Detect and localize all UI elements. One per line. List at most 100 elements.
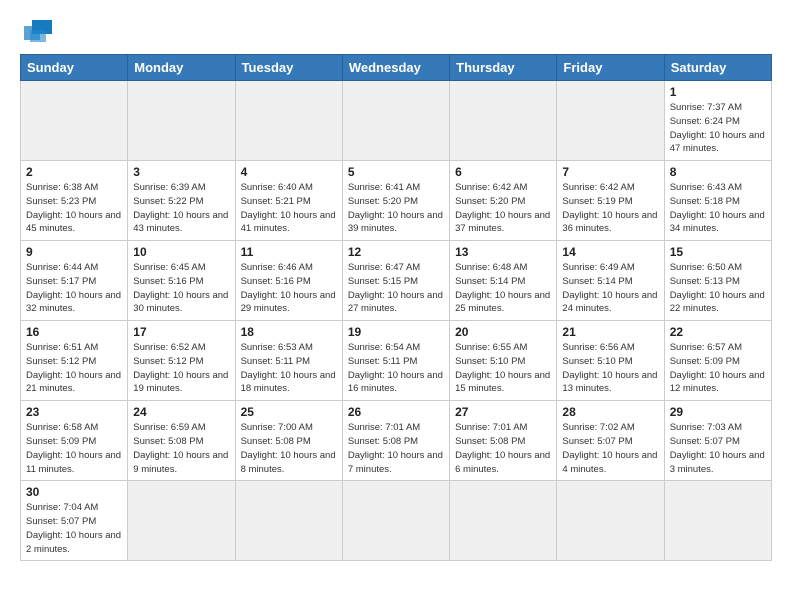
day-number: 9 xyxy=(26,245,122,259)
calendar-cell xyxy=(342,81,449,161)
calendar-cell: 29 Sunrise: 7:03 AM Sunset: 5:07 PM Dayli… xyxy=(664,401,771,481)
calendar-cell: 22Sunrise: 6:57 AM Sunset: 5:09 PM Dayli… xyxy=(664,321,771,401)
day-number: 19 xyxy=(348,325,444,339)
weekday-header-thursday: Thursday xyxy=(450,55,557,81)
day-info: Sunrise: 6:46 AM Sunset: 5:16 PM Dayligh… xyxy=(241,261,337,316)
day-number: 21 xyxy=(562,325,658,339)
calendar-cell xyxy=(128,481,235,561)
calendar-cell: 7Sunrise: 6:42 AM Sunset: 5:19 PM Daylig… xyxy=(557,161,664,241)
day-info: Sunrise: 6:58 AM Sunset: 5:09 PM Dayligh… xyxy=(26,421,122,476)
day-number: 7 xyxy=(562,165,658,179)
page: SundayMondayTuesdayWednesdayThursdayFrid… xyxy=(0,0,792,612)
calendar-cell xyxy=(557,81,664,161)
day-number: 26 xyxy=(348,405,444,419)
day-info: Sunrise: 6:56 AM Sunset: 5:10 PM Dayligh… xyxy=(562,341,658,396)
calendar-cell: 16Sunrise: 6:51 AM Sunset: 5:12 PM Dayli… xyxy=(21,321,128,401)
calendar-cell: 17Sunrise: 6:52 AM Sunset: 5:12 PM Dayli… xyxy=(128,321,235,401)
calendar-week-row: 2Sunrise: 6:38 AM Sunset: 5:23 PM Daylig… xyxy=(21,161,772,241)
calendar-cell: 15 Sunrise: 6:50 AM Sunset: 5:13 PM Dayli… xyxy=(664,241,771,321)
day-info: Sunrise: 7:00 AM Sunset: 5:08 PM Dayligh… xyxy=(241,421,337,476)
calendar-cell xyxy=(342,481,449,561)
day-info: Sunrise: 7:37 AM Sunset: 6:24 PM Dayligh… xyxy=(670,101,766,156)
weekday-header-monday: Monday xyxy=(128,55,235,81)
day-number: 20 xyxy=(455,325,551,339)
day-info: Sunrise: 6:49 AM Sunset: 5:14 PM Dayligh… xyxy=(562,261,658,316)
calendar-cell: 27 Sunrise: 7:01 AM Sunset: 5:08 PM Dayli… xyxy=(450,401,557,481)
calendar-cell xyxy=(557,481,664,561)
day-number: 25 xyxy=(241,405,337,419)
day-info: Sunrise: 6:38 AM Sunset: 5:23 PM Dayligh… xyxy=(26,181,122,236)
day-info: Sunrise: 6:44 AM Sunset: 5:17 PM Dayligh… xyxy=(26,261,122,316)
calendar-cell xyxy=(21,81,128,161)
calendar-week-row: 30 Sunrise: 7:04 AM Sunset: 5:07 PM Dayli… xyxy=(21,481,772,561)
calendar-cell: 19 Sunrise: 6:54 AM Sunset: 5:11 PM Dayli… xyxy=(342,321,449,401)
day-info: Sunrise: 6:55 AM Sunset: 5:10 PM Dayligh… xyxy=(455,341,551,396)
calendar-cell: 2Sunrise: 6:38 AM Sunset: 5:23 PM Daylig… xyxy=(21,161,128,241)
day-number: 16 xyxy=(26,325,122,339)
calendar-week-row: 16Sunrise: 6:51 AM Sunset: 5:12 PM Dayli… xyxy=(21,321,772,401)
day-number: 8 xyxy=(670,165,766,179)
calendar-week-row: 1Sunrise: 7:37 AM Sunset: 6:24 PM Daylig… xyxy=(21,81,772,161)
day-number: 28 xyxy=(562,405,658,419)
day-info: Sunrise: 6:54 AM Sunset: 5:11 PM Dayligh… xyxy=(348,341,444,396)
logo-icon xyxy=(24,16,56,44)
calendar-cell: 24 Sunrise: 6:59 AM Sunset: 5:08 PM Dayli… xyxy=(128,401,235,481)
calendar-cell: 6Sunrise: 6:42 AM Sunset: 5:20 PM Daylig… xyxy=(450,161,557,241)
calendar-cell: 1Sunrise: 7:37 AM Sunset: 6:24 PM Daylig… xyxy=(664,81,771,161)
logo xyxy=(20,16,56,44)
calendar-cell: 3 Sunrise: 6:39 AM Sunset: 5:22 PM Daylig… xyxy=(128,161,235,241)
calendar-cell: 9 Sunrise: 6:44 AM Sunset: 5:17 PM Daylig… xyxy=(21,241,128,321)
day-info: Sunrise: 6:52 AM Sunset: 5:12 PM Dayligh… xyxy=(133,341,229,396)
calendar-cell: 25 Sunrise: 7:00 AM Sunset: 5:08 PM Dayli… xyxy=(235,401,342,481)
day-info: Sunrise: 7:03 AM Sunset: 5:07 PM Dayligh… xyxy=(670,421,766,476)
weekday-header-tuesday: Tuesday xyxy=(235,55,342,81)
header xyxy=(20,16,772,44)
calendar-cell: 11 Sunrise: 6:46 AM Sunset: 5:16 PM Dayli… xyxy=(235,241,342,321)
calendar-cell: 4Sunrise: 6:40 AM Sunset: 5:21 PM Daylig… xyxy=(235,161,342,241)
day-number: 27 xyxy=(455,405,551,419)
day-number: 4 xyxy=(241,165,337,179)
day-info: Sunrise: 7:02 AM Sunset: 5:07 PM Dayligh… xyxy=(562,421,658,476)
calendar-header-row: SundayMondayTuesdayWednesdayThursdayFrid… xyxy=(21,55,772,81)
day-number: 14 xyxy=(562,245,658,259)
calendar-cell: 23 Sunrise: 6:58 AM Sunset: 5:09 PM Dayli… xyxy=(21,401,128,481)
day-number: 24 xyxy=(133,405,229,419)
day-info: Sunrise: 6:39 AM Sunset: 5:22 PM Dayligh… xyxy=(133,181,229,236)
day-info: Sunrise: 6:50 AM Sunset: 5:13 PM Dayligh… xyxy=(670,261,766,316)
calendar-cell xyxy=(235,81,342,161)
day-number: 15 xyxy=(670,245,766,259)
day-info: Sunrise: 6:42 AM Sunset: 5:20 PM Dayligh… xyxy=(455,181,551,236)
calendar-cell xyxy=(664,481,771,561)
day-info: Sunrise: 6:59 AM Sunset: 5:08 PM Dayligh… xyxy=(133,421,229,476)
calendar-cell: 14 Sunrise: 6:49 AM Sunset: 5:14 PM Dayli… xyxy=(557,241,664,321)
weekday-header-sunday: Sunday xyxy=(21,55,128,81)
calendar-cell: 26 Sunrise: 7:01 AM Sunset: 5:08 PM Dayli… xyxy=(342,401,449,481)
day-info: Sunrise: 6:45 AM Sunset: 5:16 PM Dayligh… xyxy=(133,261,229,316)
calendar-cell xyxy=(450,481,557,561)
calendar-week-row: 23 Sunrise: 6:58 AM Sunset: 5:09 PM Dayli… xyxy=(21,401,772,481)
calendar-cell xyxy=(235,481,342,561)
day-number: 10 xyxy=(133,245,229,259)
calendar-cell: 20 Sunrise: 6:55 AM Sunset: 5:10 PM Dayli… xyxy=(450,321,557,401)
calendar-cell: 13Sunrise: 6:48 AM Sunset: 5:14 PM Dayli… xyxy=(450,241,557,321)
day-number: 30 xyxy=(26,485,122,499)
day-number: 23 xyxy=(26,405,122,419)
day-number: 11 xyxy=(241,245,337,259)
day-number: 12 xyxy=(348,245,444,259)
calendar-cell xyxy=(128,81,235,161)
day-info: Sunrise: 6:47 AM Sunset: 5:15 PM Dayligh… xyxy=(348,261,444,316)
day-info: Sunrise: 7:01 AM Sunset: 5:08 PM Dayligh… xyxy=(348,421,444,476)
day-number: 5 xyxy=(348,165,444,179)
day-number: 22 xyxy=(670,325,766,339)
day-number: 18 xyxy=(241,325,337,339)
day-number: 29 xyxy=(670,405,766,419)
calendar-cell: 12 Sunrise: 6:47 AM Sunset: 5:15 PM Dayli… xyxy=(342,241,449,321)
day-info: Sunrise: 7:01 AM Sunset: 5:08 PM Dayligh… xyxy=(455,421,551,476)
day-info: Sunrise: 7:04 AM Sunset: 5:07 PM Dayligh… xyxy=(26,501,122,556)
day-number: 3 xyxy=(133,165,229,179)
day-number: 13 xyxy=(455,245,551,259)
weekday-header-wednesday: Wednesday xyxy=(342,55,449,81)
calendar-cell: 18 Sunrise: 6:53 AM Sunset: 5:11 PM Dayli… xyxy=(235,321,342,401)
day-info: Sunrise: 6:53 AM Sunset: 5:11 PM Dayligh… xyxy=(241,341,337,396)
calendar-cell: 28 Sunrise: 7:02 AM Sunset: 5:07 PM Dayli… xyxy=(557,401,664,481)
